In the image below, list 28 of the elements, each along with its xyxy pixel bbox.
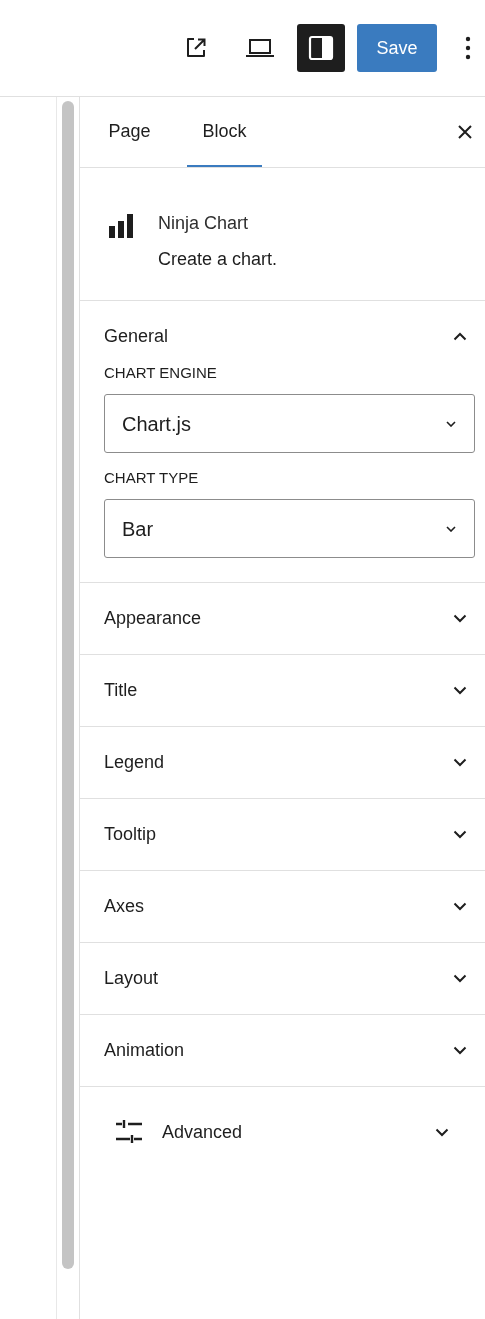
close-icon[interactable] <box>457 124 473 140</box>
panel-header[interactable]: Tooltip <box>80 799 485 870</box>
sidebar-tab[interactable]: Block <box>187 97 262 167</box>
panel-header[interactable]: Legend <box>80 727 485 798</box>
sidebar-tab[interactable]: Page <box>92 97 167 167</box>
sidebar-icon <box>308 35 334 61</box>
sidebar-toggle-button[interactable] <box>297 24 345 72</box>
save-button[interactable]: Save <box>357 24 437 72</box>
block-description: Create a chart. <box>158 248 278 270</box>
external-link-icon[interactable] <box>184 36 208 60</box>
panel-header[interactable]: Title <box>80 655 485 726</box>
bar-chart-icon <box>108 214 134 238</box>
select-field[interactable]: Chart.js <box>104 394 475 453</box>
panel-header[interactable]: Animation <box>80 1015 485 1086</box>
chevron-down-icon <box>446 420 456 427</box>
chevron-down-icon <box>446 525 456 532</box>
panel-header[interactable]: Axes <box>80 871 485 942</box>
advanced-panel-header[interactable]: Advanced <box>80 1087 485 1177</box>
sliders-icon <box>116 1119 142 1145</box>
panel-header[interactable]: Layout <box>80 943 485 1014</box>
block-name: Ninja Chart <box>158 212 250 234</box>
field-label: CHART ENGINE <box>104 364 218 382</box>
more-options-icon[interactable] <box>465 36 471 60</box>
panel-header[interactable]: Appearance <box>80 583 485 654</box>
field-label: CHART TYPE <box>104 469 200 487</box>
laptop-icon[interactable] <box>245 38 275 58</box>
scrollbar-thumb[interactable] <box>61 101 74 1269</box>
select-field[interactable]: Bar <box>104 499 475 558</box>
